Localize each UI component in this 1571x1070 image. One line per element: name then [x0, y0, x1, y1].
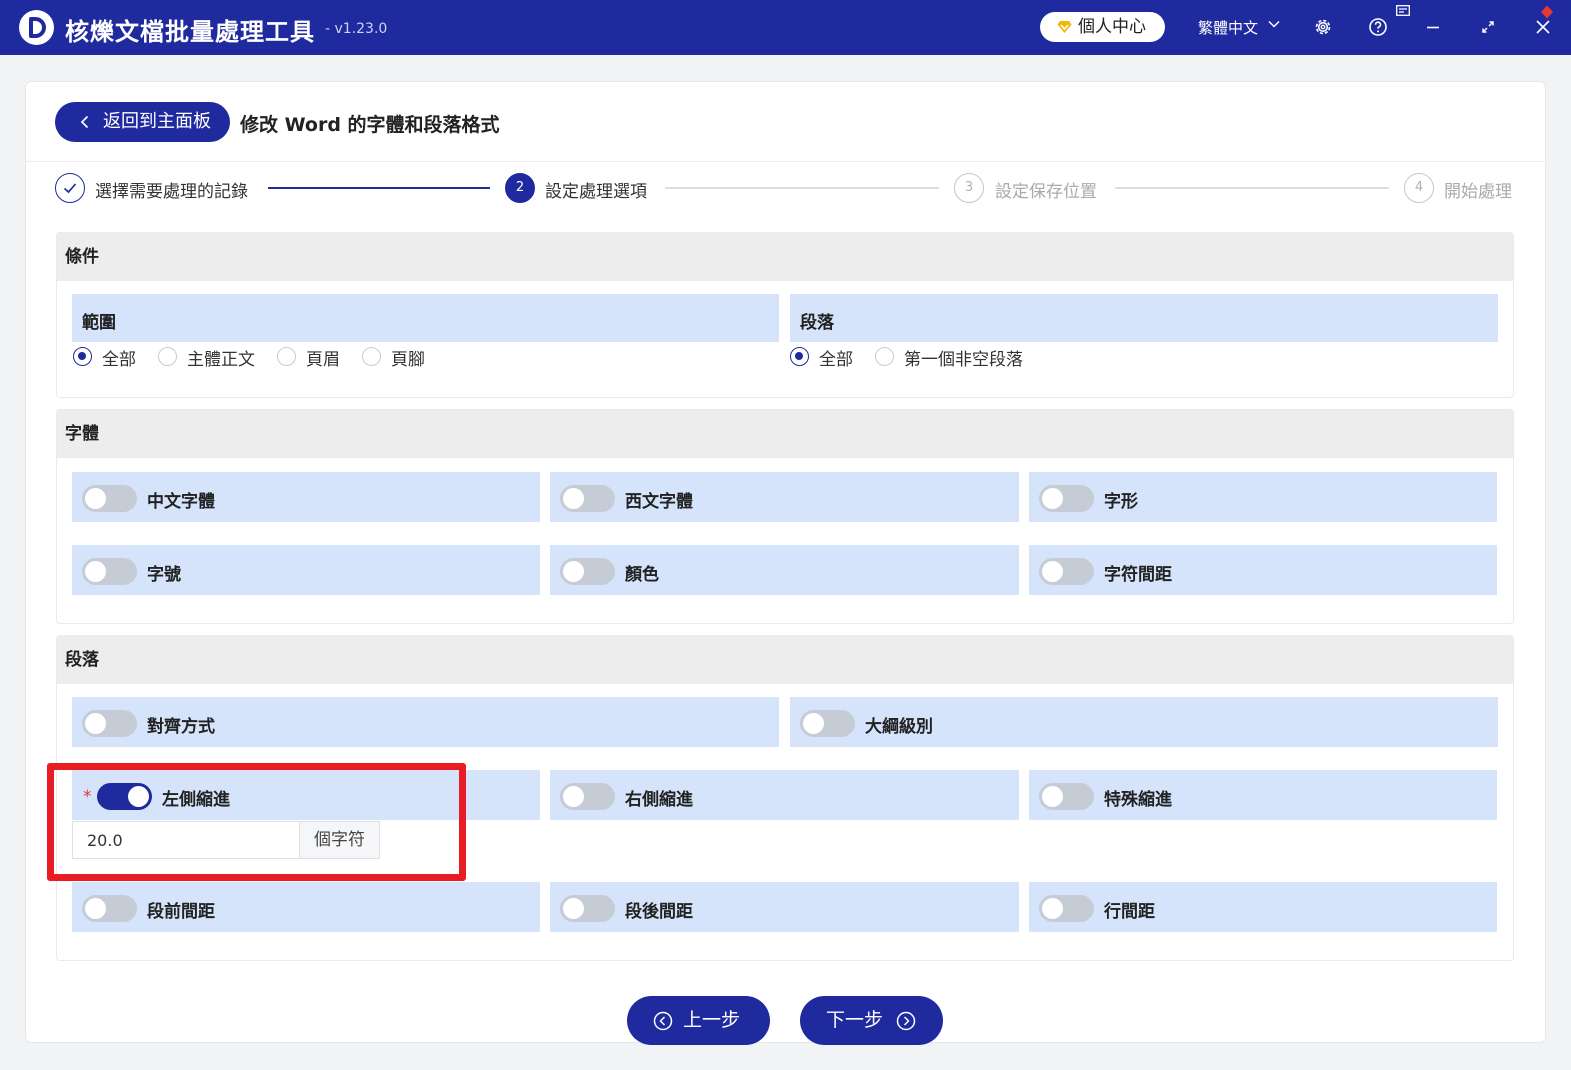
radio-label: 第一個非空段落 — [904, 350, 1023, 370]
section-title: 段落 — [57, 636, 1513, 684]
toggle-space-after[interactable] — [560, 895, 615, 922]
circle-chevron-left-icon — [653, 1011, 673, 1031]
section-title: 字體 — [57, 410, 1513, 458]
font-option-color — [550, 545, 1019, 595]
toggle-label: 字符間距 — [1104, 565, 1172, 585]
step-1-label: 選擇需要處理的記錄 — [95, 182, 248, 202]
paragraph-scope-panel: 段落 — [790, 294, 1498, 342]
toggle-label: 顏色 — [625, 565, 659, 585]
radio-scope-body[interactable] — [158, 347, 177, 366]
page-title: 修改 Word 的字體和段落格式 — [240, 114, 500, 136]
title-bar: 核爍文檔批量處理工具 - v1.23.0 個人中心 繁體中文 — [0, 0, 1571, 55]
step-connector — [268, 187, 490, 189]
step-3-indicator: 3 — [954, 173, 984, 203]
toggle-right-indent[interactable] — [560, 783, 615, 810]
circle-chevron-right-icon — [896, 1011, 916, 1031]
scope-panel: 範圍 — [72, 294, 779, 342]
font-option-chinese-font — [72, 472, 540, 522]
toggle-label: 特殊縮進 — [1104, 790, 1172, 810]
para-option-special-indent — [1029, 770, 1497, 820]
help-icon[interactable] — [1367, 16, 1389, 38]
prev-step-label: 上一步 — [683, 1009, 741, 1031]
toggle-char-spacing[interactable] — [1039, 558, 1094, 585]
toggle-chinese-font[interactable] — [82, 485, 137, 512]
toggle-label: 字號 — [147, 565, 181, 585]
step-2-indicator: 2 — [505, 173, 535, 203]
gear-icon[interactable] — [1312, 16, 1334, 38]
toggle-label: 大綱級別 — [865, 717, 933, 737]
step-1-indicator — [55, 173, 85, 203]
required-mark: * — [83, 787, 92, 807]
left-indent-unit: 個字符 — [299, 821, 380, 859]
toggle-font-size[interactable] — [82, 558, 137, 585]
toggle-special-indent[interactable] — [1039, 783, 1094, 810]
minimize-icon[interactable] — [1422, 16, 1444, 38]
toggle-label: 左側縮進 — [162, 790, 230, 810]
step-4-label: 開始處理 — [1444, 182, 1512, 202]
back-to-main-button[interactable]: 返回到主面板 — [55, 102, 230, 142]
check-icon — [63, 183, 77, 194]
toggle-space-before[interactable] — [82, 895, 137, 922]
left-indent-input[interactable] — [72, 821, 299, 859]
toggle-western-font[interactable] — [560, 485, 615, 512]
toggle-outline-level[interactable] — [800, 710, 855, 737]
font-option-char-spacing — [1029, 545, 1497, 595]
back-label: 返回到主面板 — [103, 111, 211, 132]
diamond-icon — [1057, 21, 1072, 33]
radio-paragraph-all[interactable] — [790, 347, 809, 366]
next-step-button[interactable]: 下一步 — [800, 996, 943, 1045]
chevron-left-icon — [80, 115, 89, 129]
step-3-label: 設定保存位置 — [995, 182, 1097, 202]
radio-scope-footer[interactable] — [362, 347, 381, 366]
para-option-line-spacing — [1029, 882, 1497, 932]
user-center-button[interactable]: 個人中心 — [1040, 12, 1165, 42]
next-step-label: 下一步 — [826, 1009, 884, 1031]
step-connector — [1115, 187, 1389, 189]
step-2-label: 設定處理選項 — [545, 182, 647, 202]
toggle-alignment[interactable] — [82, 710, 137, 737]
app-logo — [19, 10, 54, 45]
language-selector[interactable]: 繁體中文 — [1198, 17, 1258, 38]
para-option-space-after — [550, 882, 1019, 932]
close-icon[interactable] — [1532, 16, 1554, 38]
section-title: 條件 — [57, 233, 1513, 281]
radio-label: 頁腳 — [391, 350, 425, 370]
toggle-label: 段前間距 — [147, 902, 215, 922]
notification-icon[interactable] — [1396, 5, 1410, 16]
radio-label: 全部 — [819, 350, 853, 370]
toggle-line-spacing[interactable] — [1039, 895, 1094, 922]
step-connector — [665, 187, 939, 189]
toggle-label: 行間距 — [1104, 902, 1155, 922]
toggle-color[interactable] — [560, 558, 615, 585]
maximize-icon[interactable] — [1477, 16, 1499, 38]
step-4-indicator: 4 — [1404, 173, 1434, 203]
para-option-right-indent — [550, 770, 1019, 820]
scope-title: 範圍 — [82, 313, 116, 333]
font-option-western-font — [550, 472, 1019, 522]
toggle-label: 右側縮進 — [625, 790, 693, 810]
radio-label: 主體正文 — [187, 350, 255, 370]
radio-scope-header[interactable] — [277, 347, 296, 366]
user-center-label: 個人中心 — [1078, 17, 1146, 37]
para-option-space-before — [72, 882, 540, 932]
radio-paragraph-first-nonempty[interactable] — [875, 347, 894, 366]
toggle-label: 西文字體 — [625, 492, 693, 512]
radio-label: 頁眉 — [306, 350, 340, 370]
toggle-left-indent[interactable] — [97, 783, 152, 810]
toggle-font-style[interactable] — [1039, 485, 1094, 512]
toggle-label: 對齊方式 — [147, 717, 215, 737]
app-version: - v1.23.0 — [325, 21, 388, 37]
app-name: 核爍文檔批量處理工具 — [65, 18, 315, 46]
header-divider — [25, 161, 1546, 162]
toggle-label: 段後間距 — [625, 902, 693, 922]
paragraph-scope-title: 段落 — [800, 313, 834, 333]
radio-label: 全部 — [102, 350, 136, 370]
chevron-down-icon[interactable] — [1268, 18, 1280, 30]
prev-step-button[interactable]: 上一步 — [627, 996, 770, 1045]
font-option-font-style — [1029, 472, 1497, 522]
font-option-font-size — [72, 545, 540, 595]
radio-scope-all[interactable] — [73, 347, 92, 366]
toggle-label: 中文字體 — [147, 492, 215, 512]
toggle-label: 字形 — [1104, 492, 1138, 512]
